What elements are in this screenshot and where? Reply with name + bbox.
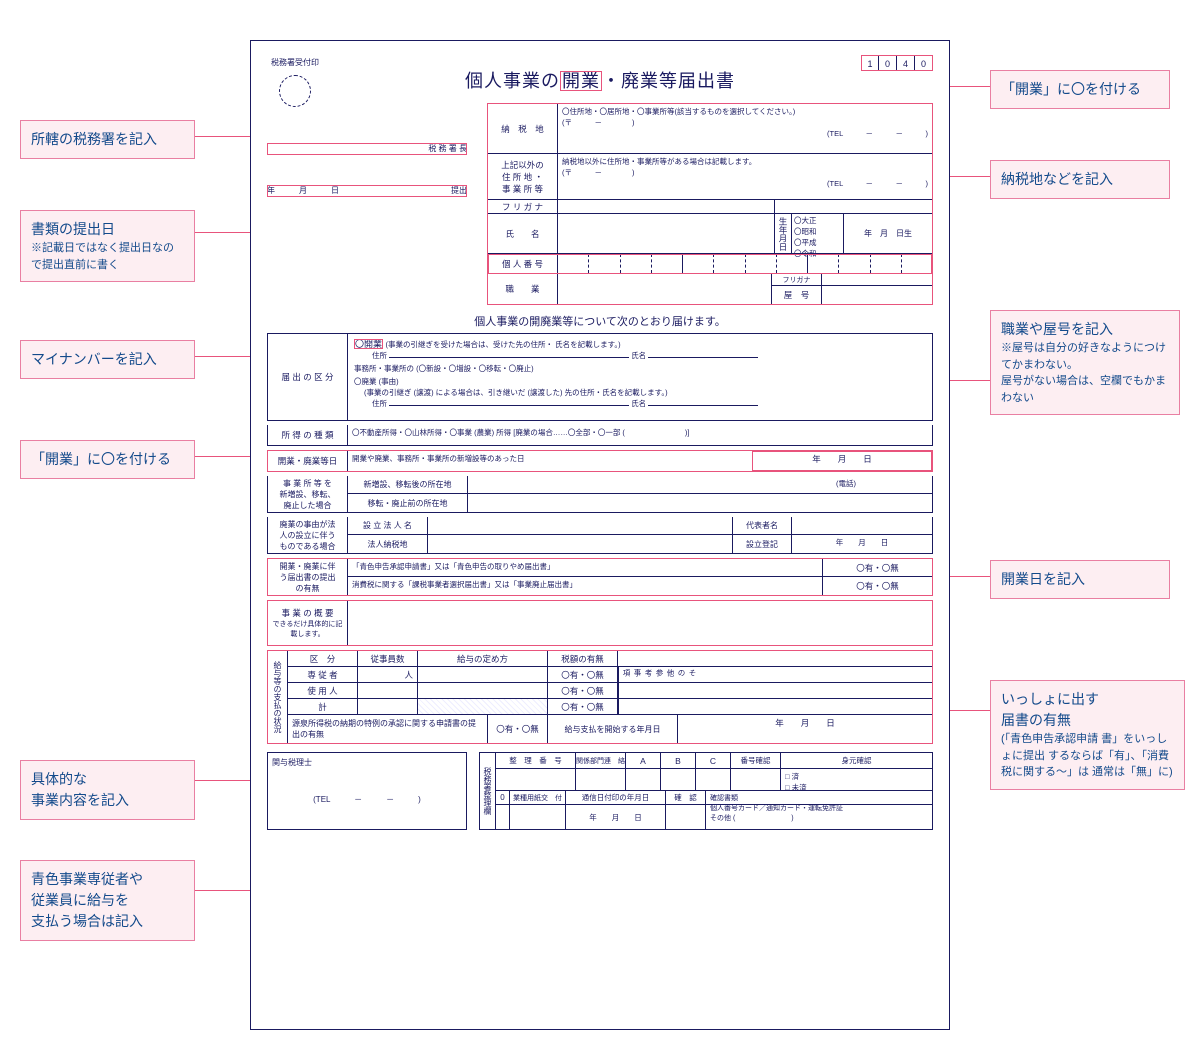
field-corp-addr[interactable] — [428, 535, 732, 553]
stamp-circle — [279, 75, 311, 107]
block-attach: 開業・廃業に伴 う届出書の提出 の有無 「青色申告承認申請書」又は「青色申告の取… — [267, 558, 933, 596]
callout-open-date: 開業日を記入 — [990, 560, 1170, 599]
field-kubun[interactable]: 〇開業 (事業の引継ぎを受けた場合は、受けた先の住所・ 氏名を記載します。) 住… — [348, 334, 932, 420]
subtitle: 個人事業の開廃業等について次のとおり届けます。 — [251, 313, 949, 329]
field-summary[interactable] — [348, 601, 932, 645]
open-mark: 〇開業 — [354, 339, 383, 349]
field-move-old[interactable] — [468, 494, 932, 512]
field-yago[interactable] — [822, 286, 932, 304]
callout-salary: 青色事業専従者や 従業員に給与を 支払う場合は記入 — [20, 860, 195, 941]
field-paystart[interactable]: 年 月 日 — [678, 715, 932, 743]
connector — [195, 890, 255, 891]
callout-tax-office: 所轄の税務署を記入 — [20, 120, 195, 159]
field-withhold-yesno[interactable]: 〇有・〇無 — [488, 715, 548, 743]
submit-date-line[interactable]: 年 月 日 提出 — [267, 185, 467, 197]
field-addr2[interactable]: 納税地以外に住所地・事業所等がある場合は記載します。 (〒 － ) (TEL －… — [558, 154, 932, 199]
form-paper: 税務署受付印 1040 個人事業の開業・廃業等届出書 税 務 署 長 年 月 日… — [250, 40, 950, 1030]
callout-open-circle-right: 「開業」に〇を付ける — [990, 70, 1170, 109]
field-job[interactable] — [558, 274, 772, 304]
field-mynumber-row: 個 人 番 号 — [488, 254, 932, 274]
title-open-hl: 開業 — [560, 71, 602, 91]
callout-tax-place: 納税地などを記入 — [990, 160, 1170, 199]
callout-attached-docs: いっしょに出す 届書の有無 (「青色申告承認申請 書」をいっしょに提出 するなら… — [990, 680, 1185, 790]
callout-business-content: 具体的な 事業内容を記入 — [20, 760, 195, 820]
field-furigana[interactable] — [558, 200, 774, 213]
connector — [195, 780, 255, 781]
callout-job-yago: 職業や屋号を記入 ※屋号は自分の好きなようにつけてかまわない。 屋号がない場合は… — [990, 310, 1180, 415]
field-era[interactable]: 〇大正 〇昭和 〇平成 〇令和 — [792, 214, 844, 253]
callout-mynumber: マイナンバーを記入 — [20, 340, 195, 379]
field-yago-furigana[interactable] — [822, 274, 932, 285]
field-birth[interactable]: 年 月 日生 — [844, 214, 932, 253]
block-summary: 事 業 の 概 要 できるだけ具体的に記載します。 — [267, 600, 933, 646]
form-title: 個人事業の開業・廃業等届出書 — [251, 61, 949, 103]
callout-open-circle-left: 「開業」に〇を付ける — [20, 440, 195, 479]
field-mynumber[interactable] — [558, 254, 932, 273]
stamp-label: 税務署受付印 — [271, 57, 319, 68]
field-income[interactable]: 〇不動産所得・〇山林所得・〇事業 (農業) 所得 [廃業の場合……〇全部・〇一部… — [348, 425, 932, 445]
field-pay-shiyou[interactable] — [358, 683, 418, 698]
field-attach1-yesno[interactable]: 〇有・〇無 — [822, 559, 932, 576]
block-pay: 給与等の支払の状況 区 分 従事員数 給与の定め方 税額の有無 専 従 者 人 … — [267, 650, 933, 744]
field-corp-rep[interactable] — [792, 517, 932, 534]
field-name[interactable] — [558, 214, 774, 253]
lbl-zeirishi: 関与税理士 — [272, 757, 462, 768]
field-corp-name[interactable] — [428, 517, 732, 534]
field-move-new[interactable] — [468, 476, 832, 493]
applicant-block: 納 税 地 〇住所地・〇居所地・〇事業所等(該当するものを選択してください。) … — [487, 103, 933, 305]
field-pay-senju[interactable]: 人 — [358, 667, 418, 682]
tax-office-line[interactable]: 税 務 署 長 — [267, 143, 467, 155]
form-code: 1040 — [861, 55, 933, 71]
lbl-nouzei: 納 税 地 — [488, 104, 558, 153]
field-zeirishi-tel[interactable]: (TEL － － ) — [272, 794, 462, 805]
block-kubun: 届 出 の 区 分 〇開業 (事業の引継ぎを受けた場合は、受けた先の住所・ 氏名… — [267, 333, 933, 421]
field-attach2-yesno[interactable]: 〇有・〇無 — [822, 577, 932, 595]
field-corp-date[interactable]: 年 月 日 — [792, 535, 932, 553]
field-opendate[interactable]: 年 月 日 — [752, 451, 932, 471]
block-opendate: 開業・廃業等日 開業や廃業、事務所・事業所の新増設等のあった日 年 月 日 — [267, 450, 933, 472]
field-nouzei[interactable]: 〇住所地・〇居所地・〇事業所等(該当するものを選択してください。) (〒 － )… — [558, 104, 932, 153]
callout-submit-date: 書類の提出日 ※記載日ではなく提出日なので提出直前に書く — [20, 210, 195, 282]
